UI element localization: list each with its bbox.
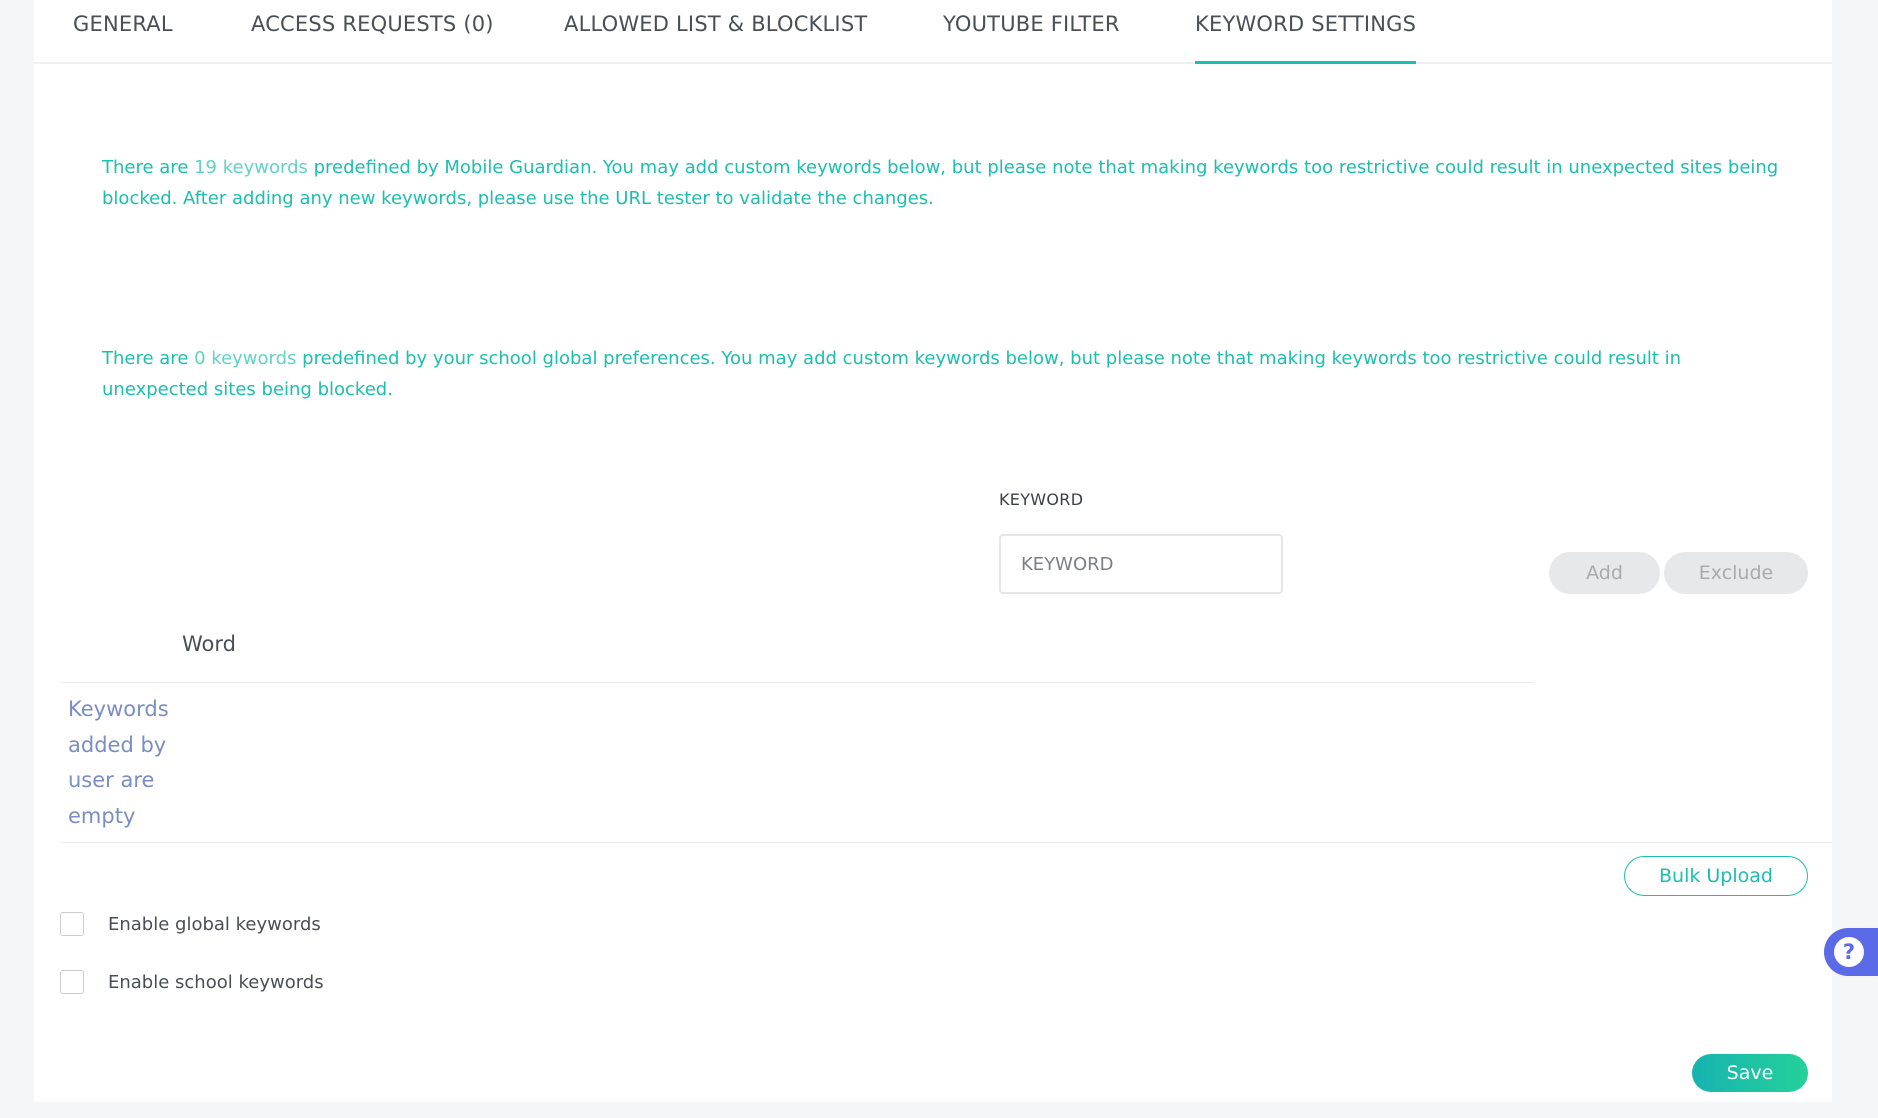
info2-prefix: There are — [102, 348, 195, 369]
section-divider — [60, 842, 1832, 843]
tab-keyword-settings[interactable]: KEYWORD SETTINGS — [1195, 12, 1417, 64]
table-divider — [60, 682, 1534, 683]
exclude-button[interactable]: Exclude — [1664, 552, 1808, 594]
school-keywords-link[interactable]: 0 keywords — [194, 348, 296, 369]
tab-allowed-list-blocklist[interactable]: ALLOWED LIST & BLOCKLIST — [564, 12, 867, 64]
help-button[interactable]: ? — [1824, 928, 1878, 976]
predefined-keywords-link[interactable]: 19 keywords — [194, 157, 308, 178]
question-icon: ? — [1834, 937, 1864, 967]
enable-school-keywords-label: Enable school keywords — [108, 971, 324, 993]
mobile-guardian-keywords-info: There are 19 keywords predefined by Mobi… — [102, 152, 1792, 214]
info1-prefix: There are — [102, 157, 195, 178]
empty-keywords-message: Keywords added by user are empty — [68, 697, 169, 828]
save-button[interactable]: Save — [1692, 1054, 1808, 1092]
add-button[interactable]: Add — [1549, 552, 1660, 594]
keyword-settings-panel: GENERAL ACCESS REQUESTS (0) ALLOWED LIST… — [34, 0, 1832, 1102]
tab-bar: GENERAL ACCESS REQUESTS (0) ALLOWED LIST… — [34, 0, 1832, 64]
info2-suffix: predefined by your school global prefere… — [102, 348, 1682, 400]
info1-suffix: predefined by Mobile Guardian. You may a… — [102, 157, 1779, 209]
keyword-field-label: KEYWORD — [999, 490, 1084, 509]
bulk-upload-button[interactable]: Bulk Upload — [1624, 856, 1808, 896]
enable-global-keywords-row: Enable global keywords — [60, 912, 321, 936]
school-keywords-info: There are 0 keywords predefined by your … — [102, 343, 1792, 405]
word-column-header: Word — [182, 632, 236, 656]
tab-youtube-filter[interactable]: YOUTUBE FILTER — [943, 12, 1120, 64]
tab-access-requests[interactable]: ACCESS REQUESTS (0) — [251, 12, 494, 64]
tab-general[interactable]: GENERAL — [73, 12, 173, 64]
enable-school-keywords-row: Enable school keywords — [60, 970, 324, 994]
enable-global-keywords-label: Enable global keywords — [108, 913, 321, 935]
enable-global-keywords-checkbox[interactable] — [60, 912, 84, 936]
keyword-input[interactable] — [999, 534, 1283, 594]
enable-school-keywords-checkbox[interactable] — [60, 970, 84, 994]
